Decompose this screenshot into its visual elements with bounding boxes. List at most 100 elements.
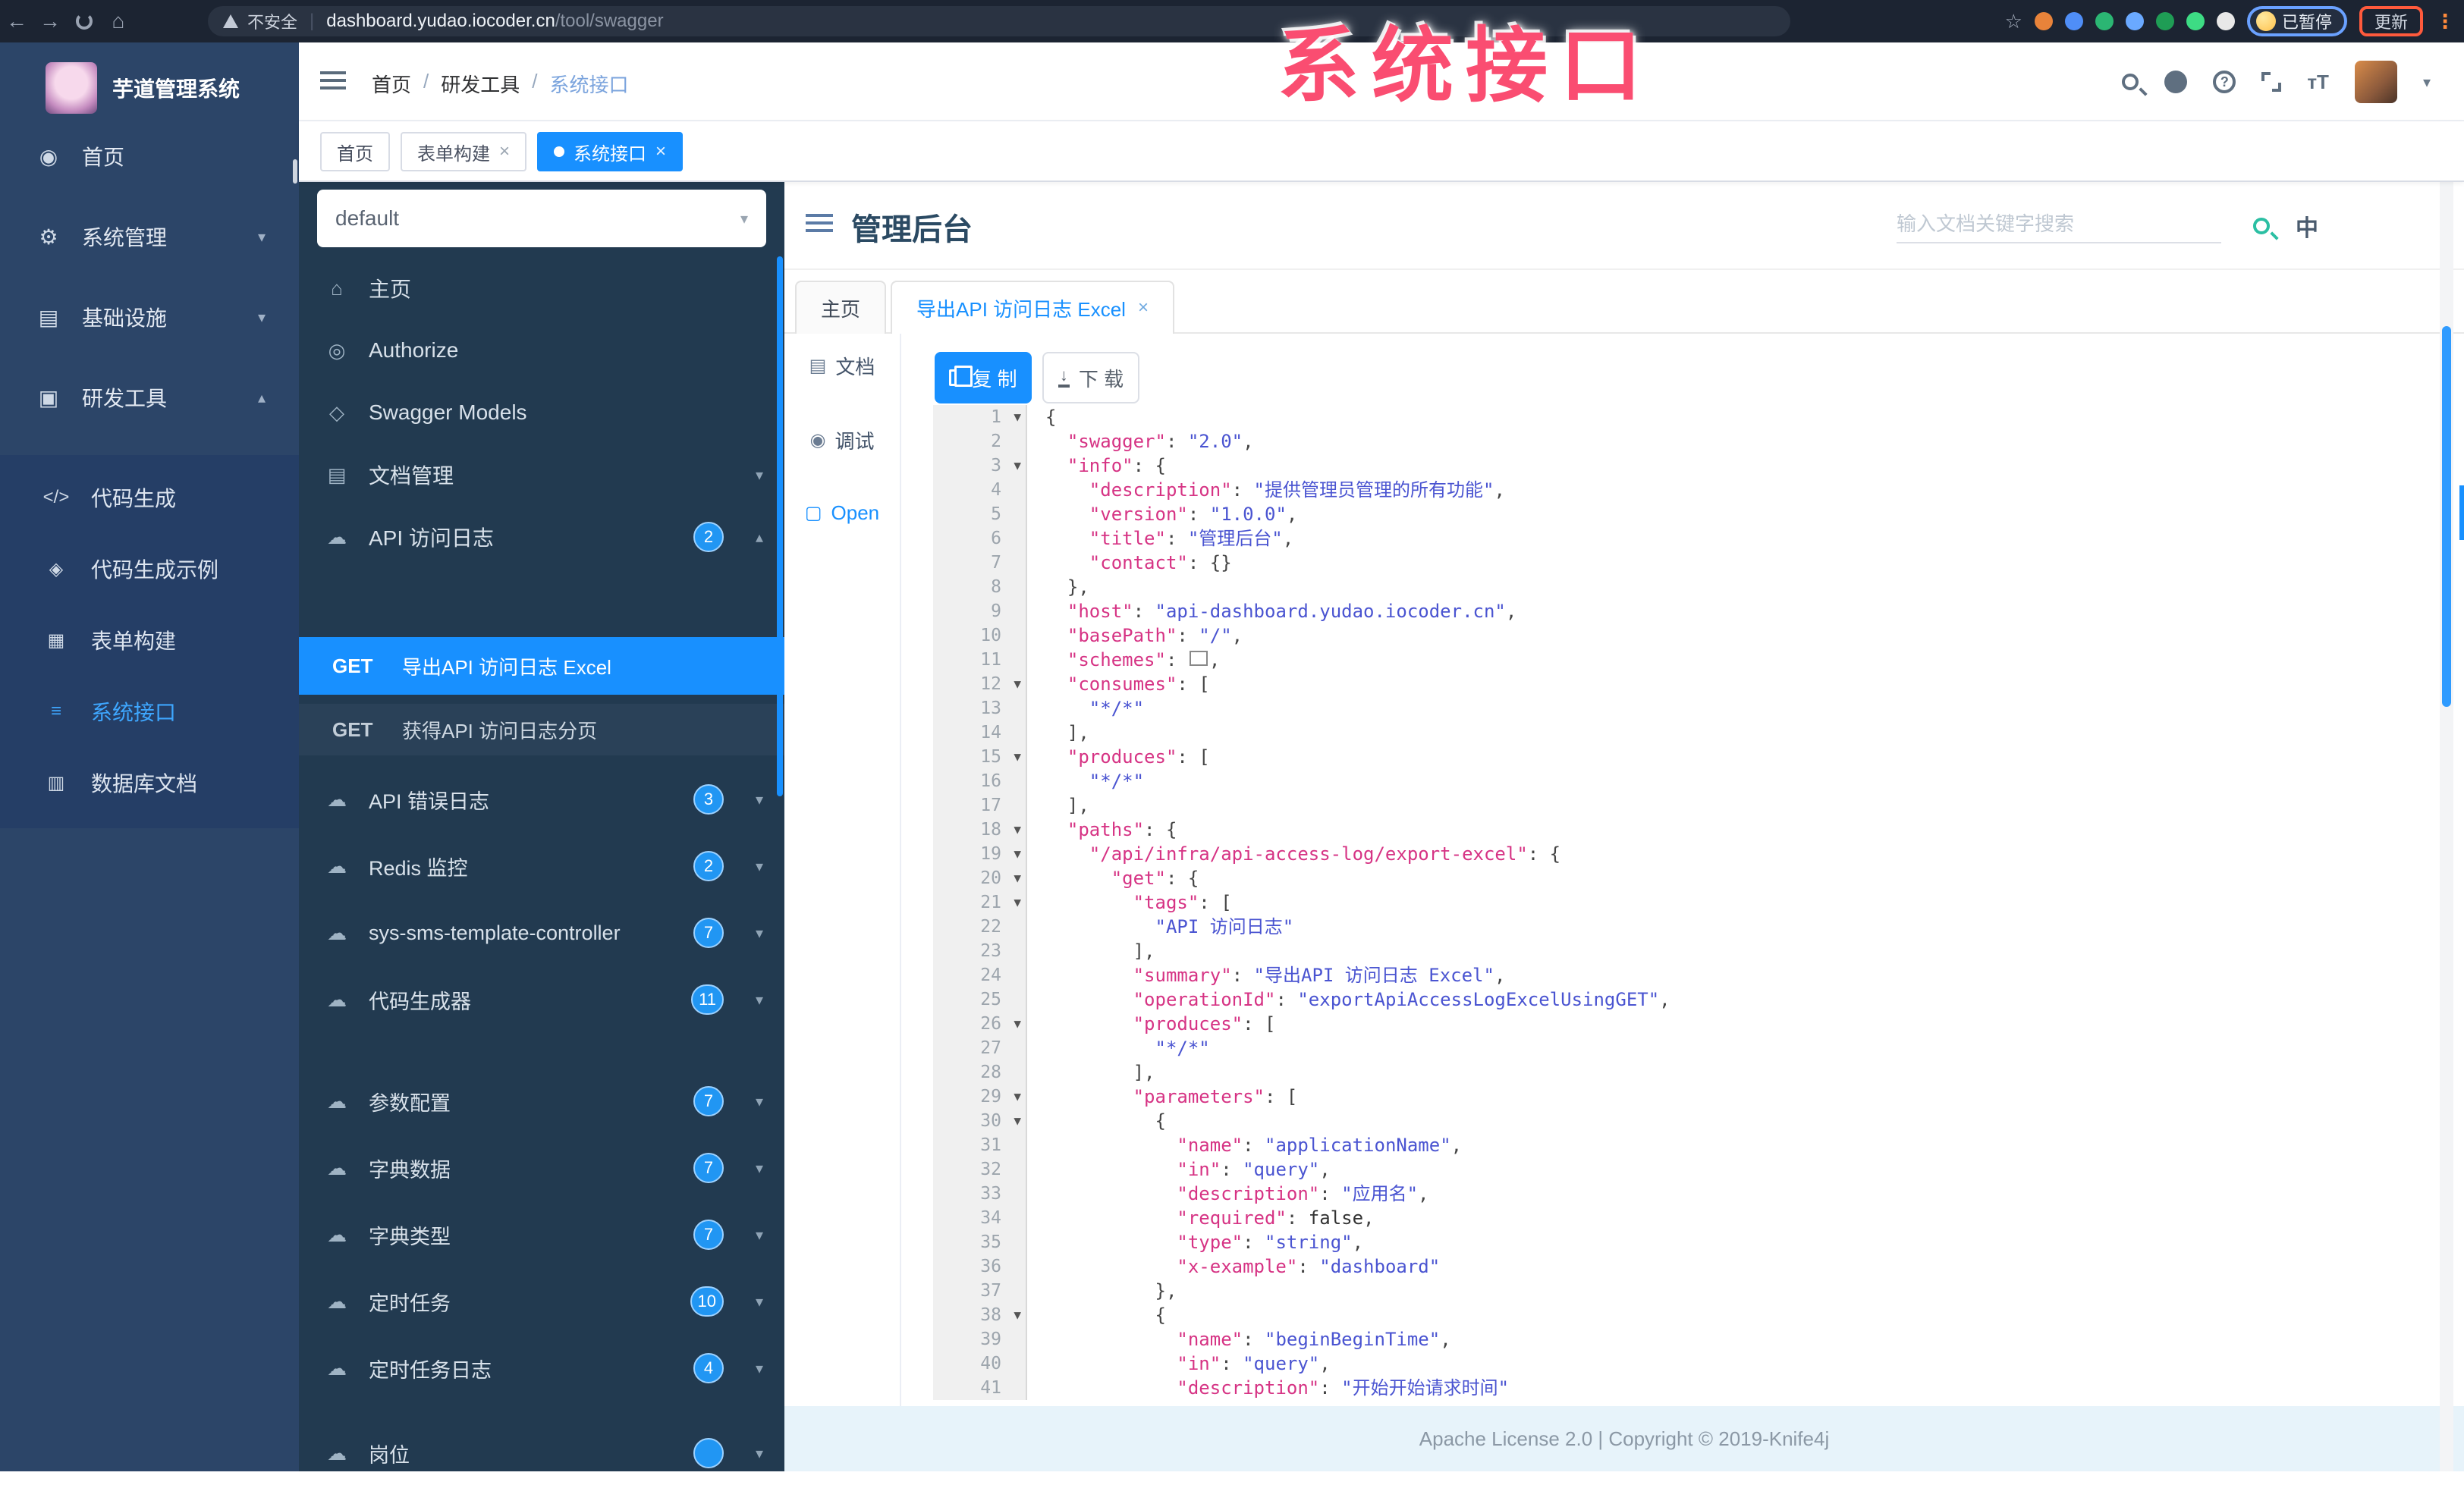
sidebar-subitem-代码生成示例[interactable]: ◈ 代码生成示例: [0, 542, 299, 596]
swagger-item-主页[interactable]: ⌂ 主页: [299, 261, 784, 316]
code-line: 21 ▼ "tags": [: [933, 890, 2417, 915]
extension-icon[interactable]: [2064, 12, 2083, 30]
fold-icon[interactable]: ▼: [1014, 454, 1021, 478]
breadcrumb-item[interactable]: 首页: [372, 70, 411, 98]
sidebar-scrollbar[interactable]: [293, 159, 297, 184]
swagger-group-岗位[interactable]: ☁ 岗位 ▾: [299, 1426, 784, 1471]
code-content: "operationId": "exportApiAccessLogExcelU…: [1027, 987, 1670, 1012]
sidebar-subitem-表单构建[interactable]: ▦ 表单构建: [0, 613, 299, 667]
doc-tab[interactable]: 主页: [795, 281, 887, 334]
download-button[interactable]: ↓ 下 载: [1042, 352, 1139, 403]
help-icon[interactable]: ?: [2213, 71, 2236, 93]
swagger-group-API 访问日志[interactable]: ☁ API 访问日志 2 ▴: [299, 510, 784, 564]
sidebar-subitem-系统接口[interactable]: ≡ 系统接口: [0, 684, 299, 739]
swagger-item-Authorize[interactable]: ◎ Authorize: [299, 323, 784, 378]
side-tab-文档[interactable]: ▤ 文档: [784, 338, 900, 393]
fold-icon[interactable]: ▼: [1014, 405, 1021, 429]
extension-icon[interactable]: [2125, 12, 2144, 30]
swagger-group-定时任务[interactable]: ☁ 定时任务 10 ▾: [299, 1274, 784, 1329]
line-number: 8: [933, 575, 1027, 599]
swagger-group-sys-sms-template-controller[interactable]: ☁ sys-sms-template-controller 7 ▾: [299, 906, 784, 960]
paused-extension-pill[interactable]: 已暂停: [2246, 6, 2347, 36]
swagger-group-代码生成器[interactable]: ☁ 代码生成器 11 ▾: [299, 972, 784, 1027]
chevron-down-icon: ▾: [257, 228, 266, 246]
tag-chip[interactable]: 系统接口 ×: [537, 132, 684, 171]
line-number: 25: [933, 987, 1027, 1012]
breadcrumb-item[interactable]: 研发工具: [441, 70, 520, 98]
line-number: 30 ▼: [933, 1109, 1027, 1133]
api-operation[interactable]: GET 获得API 访问日志分页: [299, 704, 784, 755]
swagger-group-API 错误日志[interactable]: ☁ API 错误日志 3 ▾: [299, 772, 784, 827]
code-content: "name": "applicationName",: [1027, 1133, 1462, 1157]
swagger-group-字典数据[interactable]: ☁ 字典数据 7 ▾: [299, 1141, 784, 1195]
hamburger-icon[interactable]: [320, 71, 346, 93]
fold-icon[interactable]: ▼: [1014, 818, 1021, 842]
fold-icon[interactable]: ▼: [1014, 1012, 1021, 1036]
sidebar-item-基础设施[interactable]: ▤ 基础设施 ▾: [0, 290, 299, 344]
close-icon[interactable]: ×: [655, 141, 666, 162]
swagger-group-字典类型[interactable]: ☁ 字典类型 7 ▾: [299, 1207, 784, 1262]
tag-chip[interactable]: 表单构建 ×: [401, 132, 527, 171]
side-tab-Open[interactable]: ▢ Open: [784, 485, 900, 540]
github-icon[interactable]: [2164, 71, 2188, 93]
forward-icon[interactable]: →: [33, 9, 67, 33]
fold-icon[interactable]: ▼: [1014, 745, 1021, 769]
copy-button[interactable]: 复 制: [935, 352, 1032, 403]
code-editor[interactable]: 1 ▼{2 "swagger": "2.0", 3 ▼ "info": {4 "des…: [933, 405, 2417, 1406]
language-icon[interactable]: 中: [2296, 209, 2318, 243]
page-scrollbar[interactable]: [2440, 42, 2453, 1471]
swagger-group-Redis 监控[interactable]: ☁ Redis 监控 2 ▾: [299, 839, 784, 893]
fold-icon[interactable]: ▼: [1014, 1085, 1021, 1109]
avatar[interactable]: [2354, 61, 2397, 103]
swagger-item-文档管理[interactable]: ▤ 文档管理 ▾: [299, 447, 784, 502]
fold-icon[interactable]: ▼: [1014, 866, 1021, 890]
swagger-scrollbar[interactable]: [777, 256, 783, 796]
fold-icon[interactable]: ▼: [1014, 1109, 1021, 1133]
close-icon[interactable]: ×: [499, 141, 510, 162]
sidebar-item-系统管理[interactable]: ⚙ 系统管理 ▾: [0, 209, 299, 264]
sidebar-item-首页[interactable]: ◉ 首页: [0, 129, 299, 184]
doc-tab[interactable]: 导出API 访问日志 Excel ×: [891, 281, 1174, 334]
side-tab-调试[interactable]: ◉ 调试: [784, 413, 900, 467]
browser-menu-icon[interactable]: ⋮: [2435, 10, 2455, 33]
doc-search-input[interactable]: [1897, 206, 2221, 243]
chevron-down-icon[interactable]: ▾: [2423, 73, 2431, 92]
code-token: ,: [1319, 1159, 1331, 1180]
sidebar-item-研发工具[interactable]: ▣ 研发工具 ▴: [0, 370, 299, 425]
fullscreen-icon[interactable]: [2261, 72, 2282, 92]
search-icon[interactable]: [2122, 74, 2139, 90]
tag-chip[interactable]: 首页: [320, 132, 390, 171]
fold-icon[interactable]: ▼: [1014, 890, 1021, 915]
extension-icon[interactable]: [2155, 12, 2174, 30]
app-logo-row[interactable]: 芋道管理系统: [0, 42, 299, 121]
code-line: 32 "in": "query",: [933, 1157, 2417, 1182]
extension-icon[interactable]: [2216, 12, 2235, 30]
fold-icon[interactable]: ▼: [1014, 1303, 1021, 1327]
extension-icon[interactable]: [2095, 12, 2114, 30]
reload-icon[interactable]: [76, 13, 93, 30]
breadcrumb-item[interactable]: 系统接口: [550, 70, 629, 98]
home-icon[interactable]: ⌂: [102, 9, 135, 33]
fold-icon[interactable]: ▼: [1014, 842, 1021, 866]
extension-icon[interactable]: [2034, 12, 2053, 30]
back-icon[interactable]: ←: [0, 9, 33, 33]
code-token: : [: [1177, 746, 1210, 768]
extension-icon[interactable]: [2186, 12, 2205, 30]
collapse-icon[interactable]: [806, 214, 833, 235]
swagger-item-Swagger Models[interactable]: ◇ Swagger Models: [299, 385, 784, 440]
swagger-group-参数配置[interactable]: ☁ 参数配置 7 ▾: [299, 1074, 784, 1129]
api-operation[interactable]: GET 导出API 访问日志 Excel: [299, 637, 784, 695]
bookmark-star-icon[interactable]: ☆: [2005, 10, 2022, 33]
browser-update-button[interactable]: 更新: [2359, 6, 2423, 36]
code-token: :: [1275, 989, 1298, 1010]
sidebar-subitem-数据库文档[interactable]: ▥ 数据库文档: [0, 755, 299, 810]
swagger-group-定时任务日志[interactable]: ☁ 定时任务日志 4 ▾: [299, 1341, 784, 1396]
fold-icon[interactable]: ▼: [1014, 672, 1021, 696]
page-scrollbar-thumb[interactable]: [2442, 326, 2451, 707]
doc-search-icon[interactable]: [2253, 212, 2270, 240]
close-icon[interactable]: ×: [1138, 297, 1149, 319]
api-group-select[interactable]: default ▾: [317, 190, 766, 247]
code-token: :: [1231, 479, 1254, 501]
sidebar-subitem-代码生成[interactable]: </> 代码生成: [0, 470, 299, 525]
font-size-icon[interactable]: тT: [2307, 71, 2329, 94]
